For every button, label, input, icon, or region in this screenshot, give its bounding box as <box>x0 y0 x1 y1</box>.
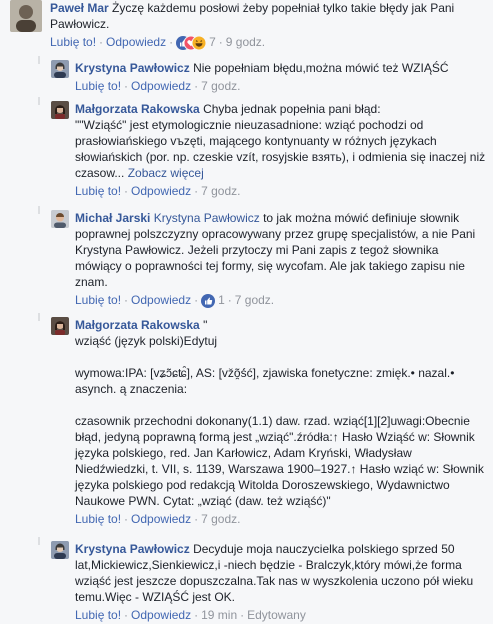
comment-body: Michał Jarski Krystyna Pawłowicz to jak … <box>75 210 487 308</box>
comment-text: Michał Jarski Krystyna Pawłowicz to jak … <box>75 210 487 290</box>
reactions-count[interactable]: 7 <box>209 35 216 49</box>
reply-button[interactable]: Odpowiedz <box>131 184 191 198</box>
comment-thread: Paweł Mar Życzę każdemu posłowi żeby pop… <box>0 0 493 624</box>
comment-message: Nie popełniam błędu,można mówić też WZIĄ… <box>193 61 449 75</box>
reply-button[interactable]: Odpowiedz <box>131 608 191 622</box>
reply-button[interactable]: Odpowiedz <box>131 79 191 93</box>
comment-actions: Lubię to! · Odpowiedz · 7 godz. <box>75 512 241 526</box>
comment-actions: Lubię to! · Odpowiedz · 7 godz. <box>75 79 241 93</box>
comment-body: Małgorzata Rakowska " wziąść (język pols… <box>75 317 487 527</box>
avatar[interactable] <box>51 101 69 119</box>
mention-link[interactable]: Krystyna Pawłowicz <box>154 211 260 225</box>
reply-button[interactable]: Odpowiedz <box>131 293 191 307</box>
timestamp[interactable]: 7 godz. <box>201 512 240 526</box>
avatar[interactable] <box>51 60 69 78</box>
reply-button[interactable]: Odpowiedz <box>106 35 166 49</box>
comment-message: Życzę każdemu posłowi żeby popełniał tyl… <box>50 1 458 31</box>
comment-text: Krystyna Pawłowicz Decyduje moja nauczyc… <box>75 541 487 605</box>
avatar[interactable] <box>51 210 69 228</box>
comment-actions: Lubię to! · Odpowiedz · 7 godz. <box>75 184 241 198</box>
author-name[interactable]: Małgorzata Rakowska <box>75 102 200 116</box>
comment-body: Krystyna Pawłowicz Nie popełniam błędu,m… <box>75 60 487 94</box>
like-button[interactable]: Lubię to! <box>75 512 121 526</box>
comment-actions: Lubię to! · Odpowiedz · 7 · 9 godz. <box>50 35 266 50</box>
timestamp[interactable]: 7 godz. <box>201 184 240 198</box>
author-name[interactable]: Krystyna Pawłowicz <box>75 542 190 556</box>
avatar[interactable] <box>51 317 69 335</box>
comment-message: " wziąść (język polski)Edytuj wymowa:IPA… <box>75 318 484 508</box>
comment-text: Krystyna Pawłowicz Nie popełniam błędu,m… <box>75 60 487 76</box>
comment-text: Małgorzata Rakowska " wziąść (język pols… <box>75 317 487 509</box>
author-name[interactable]: Michał Jarski <box>75 211 150 225</box>
timestamp[interactable]: 7 godz. <box>201 79 240 93</box>
like-button[interactable]: Lubię to! <box>75 293 121 307</box>
reactions-count[interactable]: 1 <box>218 293 225 307</box>
reactions-summary[interactable] <box>176 35 207 50</box>
reply-button[interactable]: Odpowiedz <box>131 512 191 526</box>
timestamp[interactable]: 7 godz. <box>235 293 274 307</box>
avatar[interactable] <box>10 0 42 32</box>
author-name[interactable]: Krystyna Pawłowicz <box>75 61 190 75</box>
like-button[interactable]: Lubię to! <box>50 35 96 49</box>
like-button[interactable]: Lubię to! <box>75 79 121 93</box>
like-button[interactable]: Lubię to! <box>75 184 121 198</box>
edited-label[interactable]: Edytowany <box>247 608 306 622</box>
comment-body: Krystyna Pawłowicz Decyduje moja nauczyc… <box>75 541 487 623</box>
avatar[interactable] <box>51 541 69 559</box>
timestamp[interactable]: 19 min <box>201 608 237 622</box>
comment-text: Małgorzata Rakowska Chyba jednak popełni… <box>75 101 487 181</box>
author-name[interactable]: Małgorzata Rakowska <box>75 318 200 332</box>
comment-actions: Lubię to! · Odpowiedz · 19 min · Edytowany <box>75 608 306 622</box>
like-button[interactable]: Lubię to! <box>75 608 121 622</box>
reactions-summary[interactable] <box>201 293 216 308</box>
haha-icon <box>192 35 207 50</box>
author-name[interactable]: Paweł Mar <box>50 1 109 15</box>
like-icon <box>201 293 216 308</box>
comment-actions: Lubię to! · Odpowiedz · 1 · 7 godz. <box>75 293 275 308</box>
comment-body: Małgorzata Rakowska Chyba jednak popełni… <box>75 101 487 199</box>
comment-text: Paweł Mar Życzę każdemu posłowi żeby pop… <box>50 0 487 32</box>
comment-body: Paweł Mar Życzę każdemu posłowi żeby pop… <box>50 0 487 50</box>
see-more-link[interactable]: Zobacz więcej <box>128 166 204 180</box>
timestamp[interactable]: 9 godz. <box>226 35 265 49</box>
